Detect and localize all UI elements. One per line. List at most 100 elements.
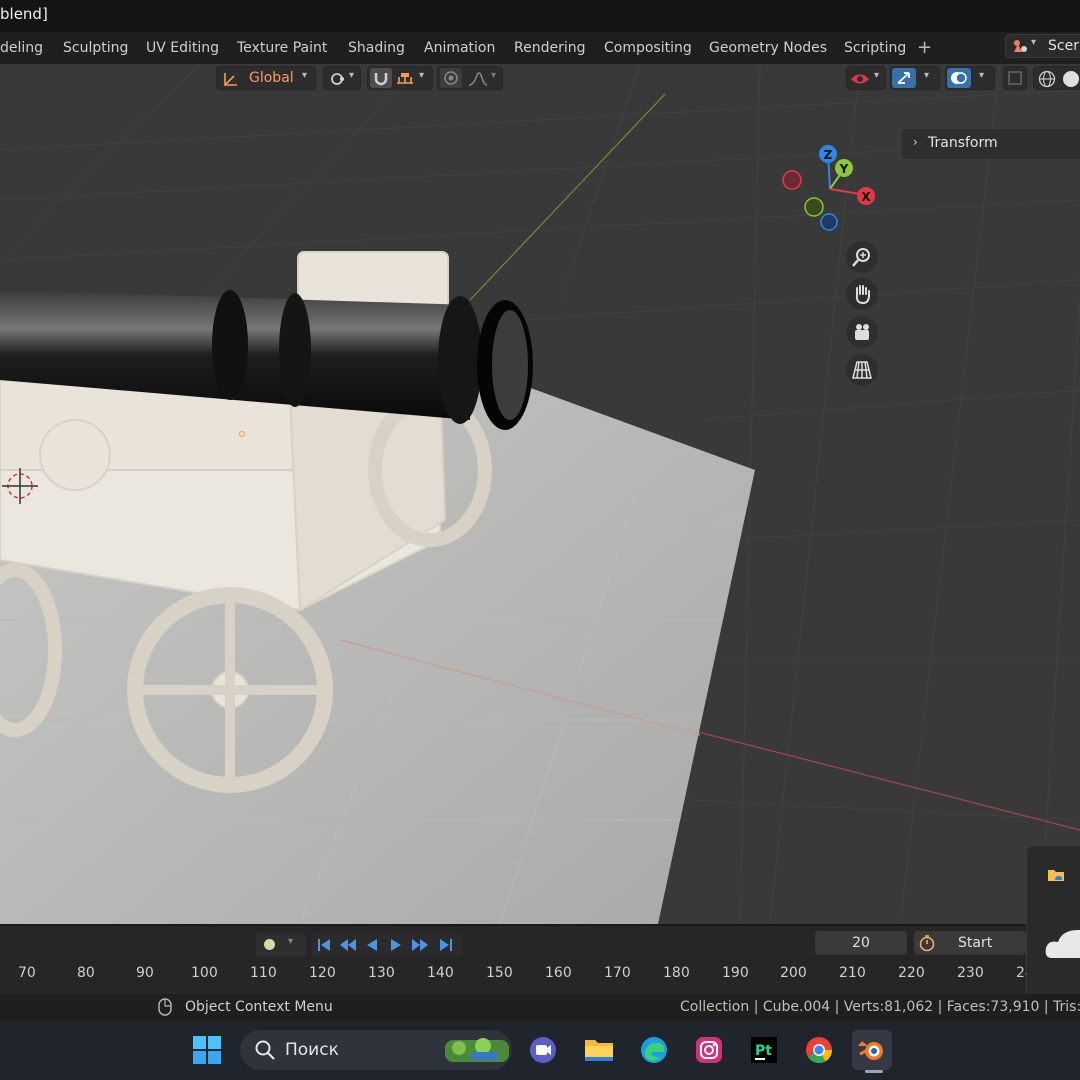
overlays-toggle[interactable]: ▾	[945, 66, 995, 90]
instagram-button[interactable]	[689, 1030, 729, 1070]
transform-orientation-dropdown[interactable]: Global ▾	[216, 66, 316, 90]
snap-increment-icon	[397, 73, 413, 84]
gizmo-toggle-active	[892, 68, 916, 88]
3d-viewport[interactable]: Z Y X	[0, 64, 1080, 924]
tab-modeling[interactable]: deling	[0, 40, 43, 56]
gizmo-icon	[897, 72, 910, 84]
eye-icon	[851, 74, 869, 84]
frame-tick: 220	[898, 965, 925, 981]
solid-shading-icon[interactable]	[1062, 70, 1080, 88]
snap-controls[interactable]: ▾	[367, 66, 433, 90]
edge-browser-button[interactable]	[634, 1030, 674, 1070]
pivot-point-dropdown[interactable]: ▾	[323, 66, 361, 90]
edge-icon	[641, 1037, 667, 1063]
notification-popup[interactable]	[1026, 845, 1080, 1003]
tab-scripting[interactable]: Scripting	[844, 40, 906, 56]
frame-tick: 70	[18, 965, 36, 981]
chevron-down-icon: ▾	[924, 70, 930, 81]
tab-animation[interactable]: Animation	[424, 40, 495, 56]
status-context-menu-hint: Object Context Menu	[185, 999, 333, 1015]
pycharm-edu-button[interactable]: Pt	[744, 1030, 784, 1070]
tab-rendering[interactable]: Rendering	[514, 40, 586, 56]
cloud-icon	[1045, 930, 1080, 958]
camera-view-button[interactable]	[846, 316, 878, 348]
play-icon[interactable]	[388, 937, 404, 953]
frame-tick: 160	[545, 965, 572, 981]
keyframe-toggle[interactable]: ▾	[256, 933, 306, 957]
window-title: blend]	[0, 5, 48, 23]
xray-icon	[1008, 71, 1022, 85]
visibility-dropdown[interactable]: ▾	[846, 66, 886, 90]
search-highlight-illustration	[445, 1038, 509, 1062]
frame-tick: 110	[250, 965, 277, 981]
orientation-icon	[224, 73, 237, 86]
start-frame-label: Start	[958, 935, 993, 951]
transform-orientation-label: Global	[249, 70, 294, 86]
jump-to-keyframe-prev-icon[interactable]	[338, 937, 358, 953]
search-placeholder: Поиск	[285, 1040, 339, 1060]
transform-panel-header[interactable]: › Transform	[902, 129, 1080, 159]
file-explorer-button[interactable]	[579, 1030, 619, 1070]
folder-icon	[585, 1040, 613, 1061]
frame-tick: 80	[77, 965, 95, 981]
scene-selector[interactable]: ▾ Scer	[1005, 34, 1080, 58]
chevron-down-icon: ▾	[419, 70, 425, 81]
shading-mode-buttons[interactable]	[1033, 66, 1080, 90]
chevron-down-icon: ▾	[288, 936, 294, 947]
zoom-button[interactable]	[846, 241, 878, 273]
frame-tick: 230	[957, 965, 984, 981]
chevron-down-icon: ▾	[874, 70, 880, 81]
tab-shading[interactable]: Shading	[348, 40, 405, 56]
jump-to-start-icon[interactable]	[316, 937, 332, 953]
transport-buttons	[312, 933, 462, 957]
timeline-ruler[interactable]: 70 80 90 100 110 120 130 140 150 160 170…	[0, 962, 1080, 984]
start-frame-field[interactable]: Start	[914, 931, 1026, 955]
gizmo-y-label: Y	[839, 162, 849, 176]
tab-geometry-nodes[interactable]: Geometry Nodes	[709, 40, 827, 56]
windows-start-button[interactable]	[187, 1030, 227, 1070]
meet-app-button[interactable]	[523, 1030, 563, 1070]
jump-to-keyframe-next-icon[interactable]	[410, 937, 430, 953]
magnet-icon	[374, 73, 388, 86]
tab-compositing[interactable]: Compositing	[604, 40, 692, 56]
add-workspace-button[interactable]: +	[917, 37, 932, 58]
pivot-icon	[331, 73, 344, 85]
tab-sculpting[interactable]: Sculpting	[63, 40, 128, 56]
blender-app-button[interactable]	[852, 1030, 892, 1070]
scene-statistics: Collection | Cube.004 | Verts:81,062 | F…	[680, 999, 1080, 1015]
gizmo-toggle[interactable]: ▾	[890, 66, 940, 90]
scene-name: Scer	[1048, 38, 1079, 54]
wireframe-shading-icon[interactable]	[1038, 70, 1056, 88]
gizmo-x-label: X	[861, 190, 871, 204]
perspective-toggle-button[interactable]	[846, 354, 878, 386]
video-call-icon	[530, 1037, 556, 1063]
proportional-editing-toggle[interactable]	[440, 68, 462, 88]
proportional-editing-controls[interactable]: ▾	[437, 66, 503, 90]
title-bar: blend]	[0, 0, 1080, 32]
pan-button[interactable]	[846, 278, 878, 310]
blender-icon	[858, 1041, 883, 1060]
frame-tick: 170	[604, 965, 631, 981]
taskbar-search[interactable]: Поиск	[240, 1030, 512, 1070]
frame-tick: 200	[780, 965, 807, 981]
frame-tick: 140	[427, 965, 454, 981]
viewport-scene[interactable]	[0, 64, 1080, 924]
chevron-down-icon: ▾	[1031, 37, 1037, 48]
current-frame-field[interactable]: 20	[815, 931, 907, 955]
timeline: ▾ 20 Start 70 80 90 100 110 120 130 140 …	[0, 924, 1080, 994]
play-reverse-icon[interactable]	[364, 937, 380, 953]
snap-toggle[interactable]	[370, 68, 392, 88]
y-axis-line	[469, 93, 666, 301]
transform-panel-label: Transform	[928, 135, 998, 151]
xray-toggle[interactable]	[1003, 66, 1027, 90]
pycharm-icon: Pt	[751, 1037, 777, 1063]
tab-texture-paint[interactable]: Texture Paint	[237, 40, 327, 56]
proportional-editing-icon	[444, 71, 458, 85]
chrome-browser-button[interactable]	[799, 1030, 839, 1070]
jump-to-end-icon[interactable]	[438, 937, 454, 953]
tab-uv-editing[interactable]: UV Editing	[146, 40, 219, 56]
frame-tick: 100	[191, 965, 218, 981]
search-icon	[255, 1040, 275, 1060]
navigation-gizmo[interactable]: Z Y X	[770, 139, 890, 249]
windows-logo-icon	[193, 1036, 221, 1064]
